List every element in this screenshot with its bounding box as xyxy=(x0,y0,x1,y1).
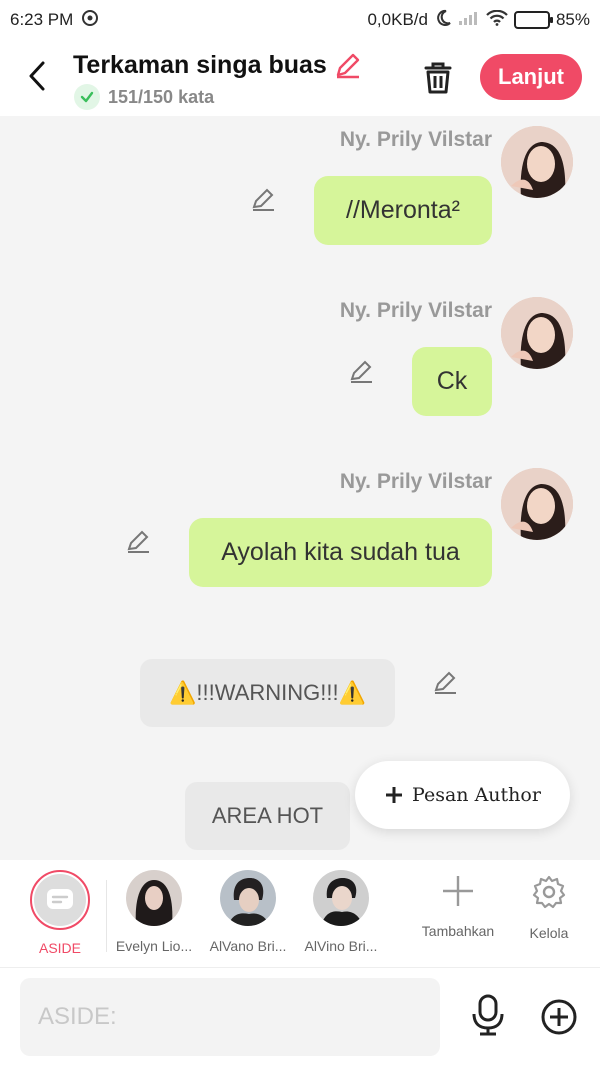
word-count: 151/150 kata xyxy=(74,84,214,110)
manage-button[interactable]: Kelola xyxy=(504,874,594,941)
character-aside[interactable]: ASIDE xyxy=(15,870,105,956)
edit-note-icon[interactable] xyxy=(432,669,458,695)
edit-message-icon[interactable] xyxy=(125,528,151,554)
tool-label: Tambahkan xyxy=(421,923,495,939)
sender-avatar[interactable] xyxy=(501,126,573,198)
delete-button[interactable] xyxy=(420,58,456,96)
chat-bubble-icon xyxy=(47,889,73,909)
character-bar: ASIDE Evelyn Lio... AlVano Bri... AlVino… xyxy=(0,860,600,968)
chevron-left-icon xyxy=(29,61,45,91)
voice-button[interactable] xyxy=(470,994,506,1036)
status-time: 6:23 PM xyxy=(10,10,74,29)
add-character-button[interactable]: Tambahkan xyxy=(413,874,503,939)
tool-label: Kelola xyxy=(529,925,569,941)
character-label: AlVano Bri... xyxy=(209,938,287,954)
title-text: Terkaman singa buas xyxy=(73,50,327,79)
edit-message-icon[interactable] xyxy=(250,186,276,212)
character-avatar xyxy=(313,870,369,926)
character-avatar xyxy=(220,870,276,926)
check-icon xyxy=(74,84,100,110)
battery-percent: 85% xyxy=(555,10,590,29)
author-message-label: Pesan Author xyxy=(412,784,541,806)
message-bubble[interactable]: Ck xyxy=(412,347,492,416)
trash-icon xyxy=(424,62,452,94)
aside-avatar xyxy=(30,870,90,930)
character-label: Evelyn Lio... xyxy=(115,938,193,954)
sender-avatar[interactable] xyxy=(501,468,573,540)
author-message-button[interactable]: Pesan Author xyxy=(355,761,570,829)
character-label: AlVino Bri... xyxy=(304,938,378,954)
plus-icon xyxy=(443,876,473,906)
message-input[interactable]: ASIDE: xyxy=(20,978,440,1056)
input-bar: ASIDE: xyxy=(0,968,600,1067)
gear-icon xyxy=(532,875,566,909)
message-bubble[interactable]: //Meronta² xyxy=(314,176,492,245)
next-button[interactable]: Lanjut xyxy=(480,54,582,100)
sync-icon xyxy=(81,9,99,32)
attach-button[interactable] xyxy=(540,998,578,1036)
microphone-icon xyxy=(472,994,504,1036)
divider xyxy=(106,880,107,952)
edit-message-icon[interactable] xyxy=(348,358,374,384)
chat-area[interactable]: Ny. Prily Vilstar //Meronta² Ny. Prily V… xyxy=(0,116,600,860)
character-avatar xyxy=(126,870,182,926)
character-label: ASIDE xyxy=(38,940,81,956)
message-bubble[interactable]: Ayolah kita sudah tua xyxy=(189,518,492,587)
header: Terkaman singa buas 151/150 kata Lanjut xyxy=(0,40,600,116)
status-bar: 6:23 PM 0,0KB/d 85% xyxy=(0,0,600,40)
message-sender: Ny. Prily Vilstar xyxy=(339,470,492,493)
story-title[interactable]: Terkaman singa buas xyxy=(73,50,363,80)
message-sender: Ny. Prily Vilstar xyxy=(339,299,492,322)
narration-note[interactable]: ⚠️!!!WARNING!!!⚠️ xyxy=(140,659,395,727)
character-alvano[interactable]: AlVano Bri... xyxy=(203,870,293,954)
back-button[interactable] xyxy=(22,58,52,94)
edit-title-icon[interactable] xyxy=(333,50,363,80)
narration-note[interactable]: AREA HOT xyxy=(185,782,350,850)
wifi-icon xyxy=(486,9,508,31)
word-count-text: 151/150 kata xyxy=(108,86,215,107)
plus-icon xyxy=(386,787,403,803)
network-speed: 0,0KB/d xyxy=(367,10,428,29)
character-alvino[interactable]: AlVino Bri... xyxy=(296,870,386,954)
signal-icon xyxy=(458,10,480,31)
moon-icon xyxy=(434,9,452,32)
sender-avatar[interactable] xyxy=(501,297,573,369)
battery-icon xyxy=(513,11,553,29)
character-evelyn[interactable]: Evelyn Lio... xyxy=(109,870,199,954)
message-sender: Ny. Prily Vilstar xyxy=(339,128,492,151)
plus-circle-icon xyxy=(541,999,577,1035)
